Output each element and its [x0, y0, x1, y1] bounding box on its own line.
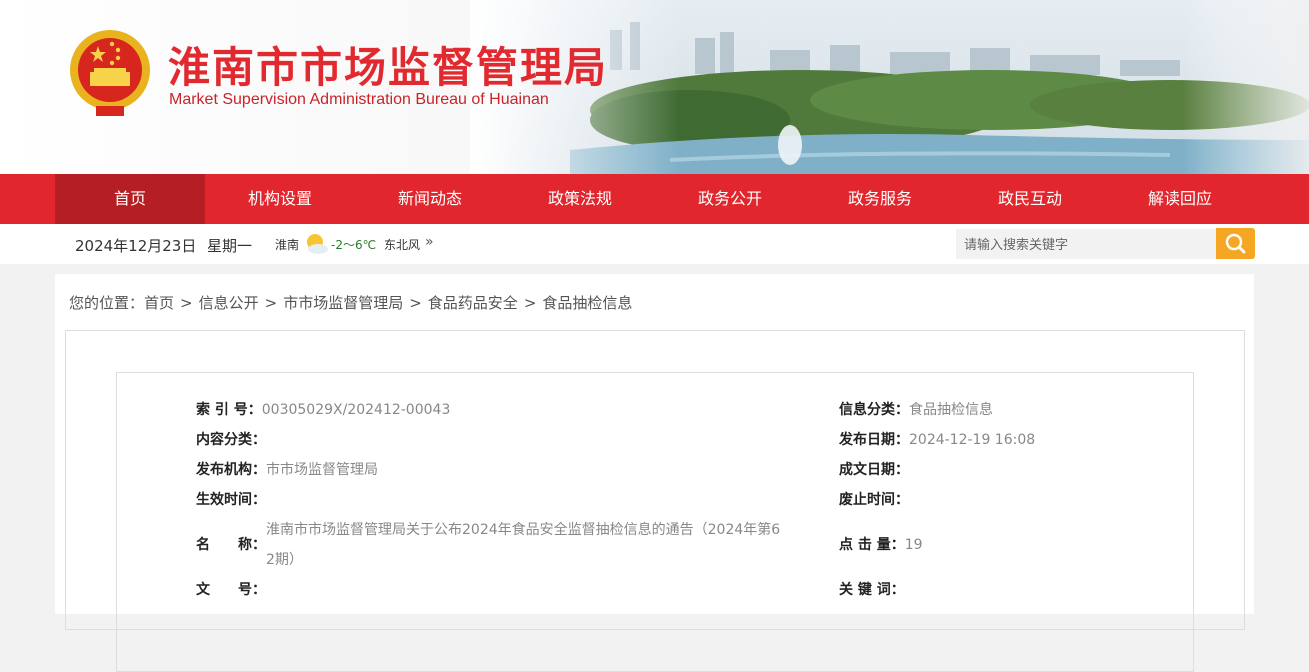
search-input[interactable]: [956, 229, 1217, 259]
breadcrumb-item-info-open[interactable]: 信息公开: [199, 294, 259, 312]
content-panel: 您的位置：首页 > 信息公开 > 市市场监督管理局 > 食品药品安全 > 食品抽检信息 索 引 …: [55, 274, 1254, 672]
meta-label: 名 称：: [196, 537, 266, 553]
breadcrumb-item-food-drug-safety[interactable]: 食品药品安全: [428, 294, 518, 312]
breadcrumb-separator: >: [180, 294, 193, 312]
nav-item-organization[interactable]: 机构设置: [205, 174, 355, 224]
meta-label: 点 击 量：: [839, 537, 905, 553]
current-date: 2024年12月23日: [75, 237, 197, 255]
search-button[interactable]: [1216, 228, 1255, 259]
meta-name-label: 名 称：: [196, 534, 266, 554]
breadcrumb-item-bureau[interactable]: 市市场监督管理局: [283, 294, 403, 312]
meta-document-number: 文 号：: [196, 579, 266, 599]
meta-value: 市市场监督管理局: [266, 462, 378, 478]
meta-label: 文 号：: [196, 582, 266, 598]
meta-expiry-time: 废止时间：: [839, 489, 909, 509]
national-emblem-icon: [70, 30, 150, 116]
breadcrumb-separator: >: [409, 294, 422, 312]
document-metadata-table: 索 引 号：00305029X/202412-00043 内容分类： 发布机构：…: [116, 372, 1194, 672]
meta-publisher: 发布机构：市市场监督管理局: [196, 459, 378, 479]
site-subtitle: Market Supervision Administration Bureau…: [169, 91, 549, 108]
nav-item-gov-services[interactable]: 政务服务: [805, 174, 955, 224]
meta-label: 信息分类：: [839, 402, 909, 418]
meta-written-date: 成文日期：: [839, 459, 909, 479]
meta-label: 关 键 词：: [839, 582, 905, 598]
nav-item-policy[interactable]: 政策法规: [505, 174, 655, 224]
article-container: 索 引 号：00305029X/202412-00043 内容分类： 发布机构：…: [65, 330, 1245, 672]
meta-value: 19: [904, 537, 923, 553]
breadcrumb-item-food-inspection[interactable]: 食品抽检信息: [542, 294, 632, 312]
nav-item-news[interactable]: 新闻动态: [355, 174, 505, 224]
meta-label: 生效时间：: [196, 492, 266, 508]
header-banner: 淮南市市场监督管理局 Market Supervision Administra…: [0, 0, 1309, 174]
meta-label: 废止时间：: [839, 492, 909, 508]
meta-info-category: 信息分类：食品抽检信息: [839, 399, 993, 419]
meta-index-number: 索 引 号：00305029X/202412-00043: [196, 399, 450, 419]
info-bar: 2024年12月23日 星期一 淮南 -2～6℃ 东北风 »: [0, 224, 1309, 264]
meta-name-value-line2: 2期）: [266, 552, 303, 568]
nav-item-home[interactable]: 首页: [55, 174, 205, 224]
breadcrumb-separator: >: [264, 294, 278, 312]
meta-click-count: 点 击 量：19: [839, 534, 923, 554]
meta-value: 食品抽检信息: [909, 402, 993, 418]
meta-label: 索 引 号：: [196, 402, 262, 418]
meta-content-category: 内容分类：: [196, 429, 266, 449]
site-title: 淮南市市场监督管理局: [168, 43, 609, 92]
meta-keywords: 关 键 词：: [839, 579, 905, 599]
sunny-weather-icon: [307, 234, 328, 254]
weather-wind: 东北风: [384, 238, 421, 252]
current-weekday: 星期一: [207, 237, 253, 255]
weather-more-icon[interactable]: »: [425, 234, 434, 250]
nav-item-gov-affairs-open[interactable]: 政务公开: [655, 174, 805, 224]
meta-effective-time: 生效时间：: [196, 489, 266, 509]
weather-temperature: -2～6℃: [331, 238, 377, 252]
meta-value: 00305029X/202412-00043: [261, 402, 451, 418]
main-nav: 首页 机构设置 新闻动态 政策法规 政务公开 政务服务 政民互动 解读回应: [0, 174, 1309, 224]
search-icon: [1225, 233, 1246, 254]
meta-label: 成文日期：: [839, 462, 909, 478]
meta-publish-date: 发布日期：2024-12-19 16:08: [839, 429, 1035, 449]
nav-item-interpretation[interactable]: 解读回应: [1105, 174, 1255, 224]
meta-value: 2024-12-19 16:08: [909, 432, 1036, 448]
breadcrumb-prefix: 您的位置：: [69, 294, 145, 312]
weather-city: 淮南: [275, 238, 300, 252]
meta-label: 发布机构：: [196, 462, 266, 478]
breadcrumb: 您的位置：首页 > 信息公开 > 市市场监督管理局 > 食品药品安全 > 食品抽检信息: [69, 292, 632, 313]
nav-item-interaction[interactable]: 政民互动: [955, 174, 1105, 224]
meta-label: 发布日期：: [839, 432, 909, 448]
meta-name-value-line1: 淮南市市场监督管理局关于公布2024年食品安全监督抽检信息的通告（2024年第6: [266, 522, 781, 538]
breadcrumb-item-home[interactable]: 首页: [144, 294, 174, 312]
meta-label: 内容分类：: [196, 432, 266, 448]
breadcrumb-separator: >: [523, 294, 537, 312]
